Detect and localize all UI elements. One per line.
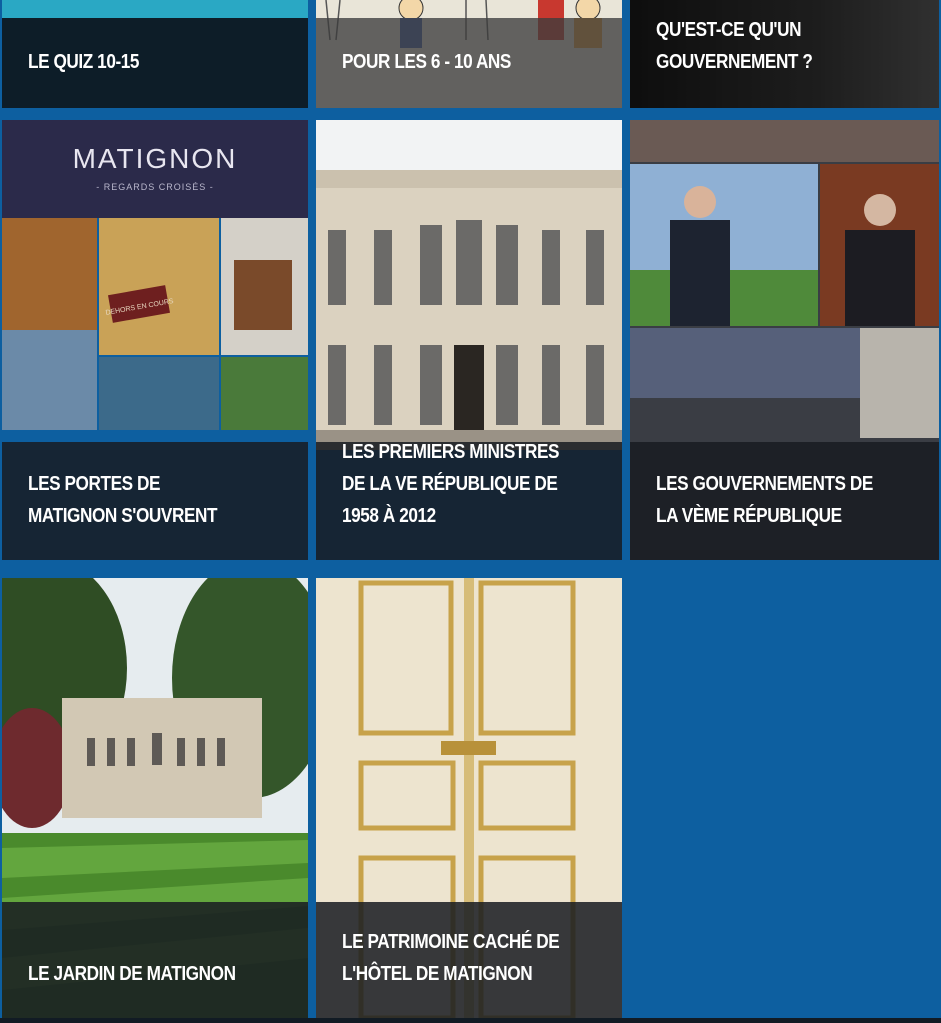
tile-title: LE JARDIN DE MATIGNON <box>28 963 236 985</box>
tile-caption: LES PREMIERS MINISTRES DE LA VE RÉPUBLIQ… <box>316 441 622 560</box>
tile-title: LE PATRIMOINE CACHÉ DE L'HÔTEL DE MATIGN… <box>342 931 560 985</box>
matignon-logo-text: MATIGNON <box>73 143 238 174</box>
tile-caption: POUR LES 6 - 10 ANS <box>316 18 622 108</box>
tile-caption: LES PORTES DE MATIGNON S'OUVRENT <box>2 442 308 560</box>
tile-title: QU'EST-CE QU'UN GOUVERNEMENT ? <box>656 19 813 73</box>
tile-premiers-ministres[interactable]: LES PREMIERS MINISTRES DE LA VE RÉPUBLIQ… <box>316 120 622 560</box>
tile-title: LES PORTES DE MATIGNON S'OUVRENT <box>28 473 218 527</box>
tile-title: LES PREMIERS MINISTRES DE LA VE RÉPUBLIQ… <box>342 441 560 527</box>
tile-title: POUR LES 6 - 10 ANS <box>342 51 511 73</box>
tile-pour-les-6-10-ans[interactable]: POUR LES 6 - 10 ANS <box>316 0 622 108</box>
tile-caption: LE QUIZ 10-15 <box>2 18 308 108</box>
tile-gouvernements-ve-republique[interactable]: LES GOUVERNEMENTS DE LA VÈME RÉPUBLIQUE <box>630 120 939 560</box>
tile-caption: QU'EST-CE QU'UN GOUVERNEMENT ? <box>630 0 939 108</box>
tile-caption: LE PATRIMOINE CACHÉ DE L'HÔTEL DE MATIGN… <box>316 902 622 1018</box>
tile-portes-de-matignon[interactable]: MATIGNON - REGARDS CROISÉS - DEHORS EN C… <box>2 120 308 560</box>
tile-title: LE QUIZ 10-15 <box>28 51 140 73</box>
tile-jardin-de-matignon[interactable]: LE JARDIN DE MATIGNON <box>2 578 308 1018</box>
tile-caption: LE JARDIN DE MATIGNON <box>2 902 308 1018</box>
tile-quiz-10-15[interactable]: LE QUIZ 10-15 <box>2 0 308 108</box>
matignon-logo-subtext: - REGARDS CROISÉS - <box>96 182 214 192</box>
tile-gouvernement[interactable]: QU'EST-CE QU'UN GOUVERNEMENT ? <box>630 0 939 108</box>
bottom-border <box>0 1018 941 1023</box>
tile-title: LES GOUVERNEMENTS DE LA VÈME RÉPUBLIQUE <box>656 473 873 527</box>
tile-caption: LES GOUVERNEMENTS DE LA VÈME RÉPUBLIQUE <box>630 442 939 560</box>
tile-patrimoine-cache[interactable]: LE PATRIMOINE CACHÉ DE L'HÔTEL DE MATIGN… <box>316 578 622 1018</box>
